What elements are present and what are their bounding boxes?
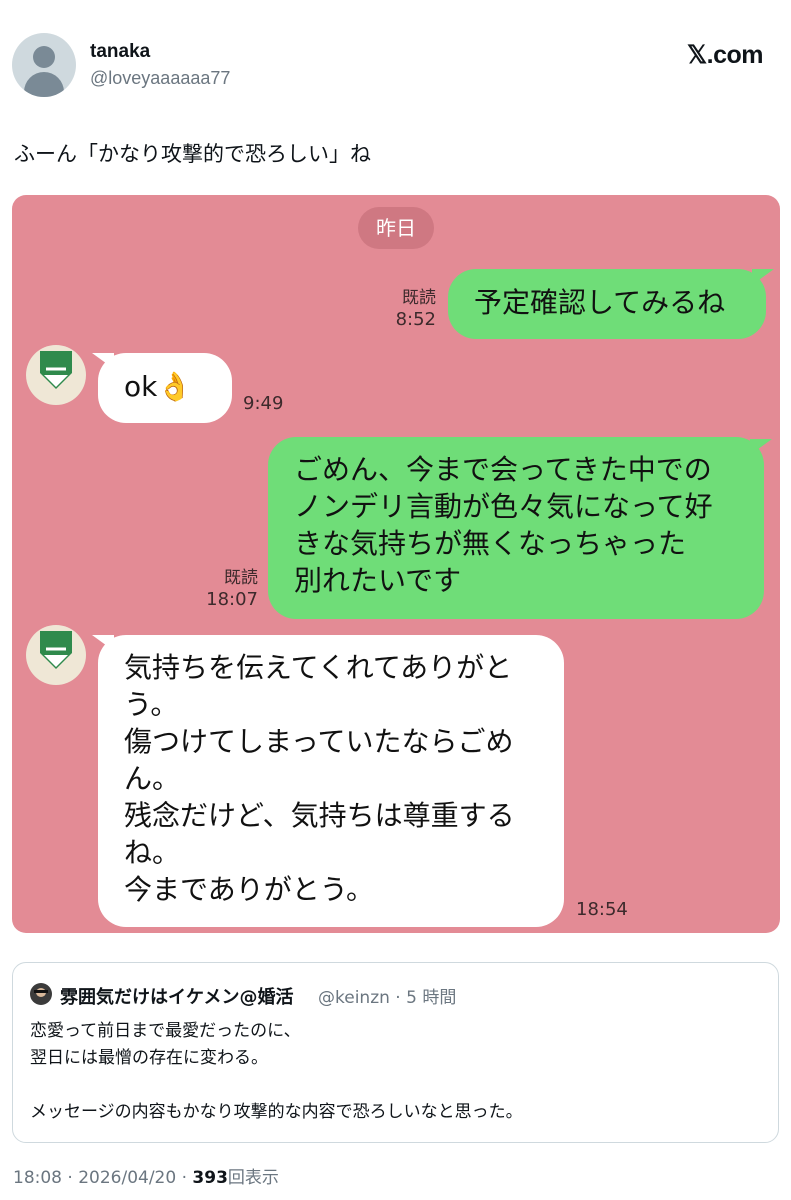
author-display-name[interactable]: tanaka: [90, 41, 150, 63]
tweet-text: ふーん「かなり攻撃的で恐ろしい」ね: [14, 142, 371, 166]
read-receipt: 既読 8:52: [395, 288, 436, 330]
date-separator: 昨日: [358, 207, 434, 249]
pencil-icon: [40, 351, 72, 389]
quoted-author-handle[interactable]: @keinzn · 5 時間: [318, 983, 456, 1008]
author-handle[interactable]: @loveyaaaaaa77: [90, 68, 230, 89]
sunglasses-icon: [34, 990, 48, 993]
tweet-meta: 18:08 · 2026/04/20 · 393回表示: [13, 1163, 279, 1188]
contact-avatar[interactable]: [26, 345, 86, 405]
message-time: 9:49: [243, 393, 284, 414]
quoted-author-name[interactable]: 雰囲気だけはイケメン@婚活: [60, 983, 293, 1009]
message-bubble-received[interactable]: ok👌: [98, 353, 232, 423]
views-label: 回表示: [227, 1168, 279, 1188]
read-receipt: 既読 18:07: [206, 568, 258, 610]
tweet-timestamp[interactable]: 18:08 · 2026/04/20 ·: [13, 1168, 192, 1188]
default-user-icon: [33, 46, 55, 68]
pencil-icon: [40, 631, 72, 669]
views-count: 393: [192, 1168, 228, 1188]
message-bubble-sent[interactable]: ごめん、今まで会ってきた中での ノンデリ言動が色々気になって好 きな気持ちが無く…: [268, 437, 764, 619]
quoted-author-avatar[interactable]: [30, 983, 52, 1005]
chat-screenshot: 昨日 既読 8:52 予定確認してみるね ok👌 9:49 既読 18:07 ご…: [12, 195, 780, 933]
quoted-tweet-text: 恋愛って前日まで最愛だったのに、 翌日には最憎の存在に変わる。 メッセージの内容…: [30, 1021, 523, 1122]
message-bubble-sent[interactable]: 予定確認してみるね: [448, 269, 766, 339]
contact-avatar[interactable]: [26, 625, 86, 685]
x-logo[interactable]: 𝕏.com: [687, 40, 764, 70]
author-avatar[interactable]: [12, 33, 76, 97]
message-bubble-received[interactable]: 気持ちを伝えてくれてありがと う。 傷つけてしまっていたならごめ ん。 残念だけ…: [98, 635, 564, 927]
message-time: 18:54: [576, 899, 628, 920]
